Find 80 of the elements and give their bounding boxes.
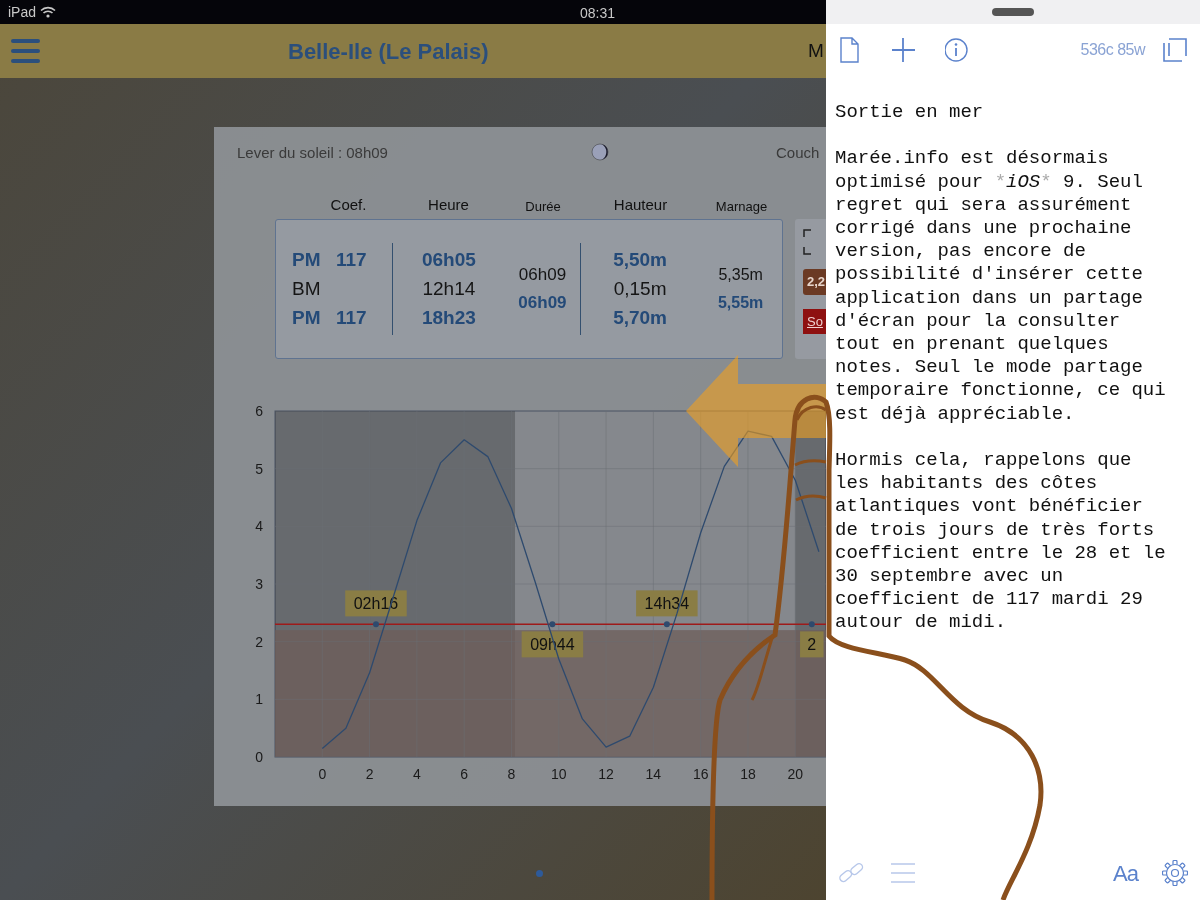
- x-tick-label: 4: [413, 766, 421, 782]
- font-button[interactable]: Aa: [1113, 856, 1138, 890]
- drag-handle[interactable]: [992, 8, 1034, 16]
- x-tick-label: 6: [460, 766, 469, 782]
- y-tick-label: 1: [255, 691, 263, 708]
- info-button[interactable]: [945, 37, 968, 63]
- corners-icon: [803, 229, 813, 255]
- y-tick-label: 4: [255, 518, 263, 535]
- y-tick-label: 5: [255, 460, 263, 477]
- page-indicator: [536, 870, 543, 877]
- crossing-point: [808, 621, 815, 628]
- annotation: 14h34: [644, 595, 690, 613]
- tide-range: 5,35m: [718, 265, 763, 285]
- menu-icon: [11, 38, 40, 64]
- crossing-point: [373, 621, 379, 628]
- tide-height: 5,70m: [613, 305, 667, 330]
- y-tick-label: 3: [255, 576, 263, 592]
- tide-type: PM: [292, 305, 322, 330]
- settings-button[interactable]: [1162, 860, 1188, 886]
- device-name: iPad: [8, 2, 37, 22]
- expand-button[interactable]: [1163, 38, 1187, 62]
- tide-coefficient: 117: [336, 305, 367, 330]
- column-header: Heure: [428, 194, 469, 215]
- x-tick-label: 18: [740, 766, 756, 782]
- character-word-count: 536c 85w: [1080, 40, 1145, 60]
- x-tick-label: 16: [692, 766, 709, 782]
- x-tick-label: 12: [598, 766, 614, 782]
- x-tick-label: 14: [645, 766, 662, 782]
- x-tick-label: 0: [318, 766, 327, 782]
- info-icon: [945, 37, 968, 63]
- tide-time: 06h05: [421, 247, 476, 272]
- tide-time: 12h14: [422, 276, 476, 301]
- column-header: Marnage: [715, 197, 768, 216]
- y-tick-label: 2: [255, 633, 263, 650]
- tide-coefficient: 117: [336, 247, 367, 272]
- x-tick-label: 20: [787, 766, 804, 782]
- tide-duration: 06h09: [518, 292, 567, 315]
- add-button[interactable]: [892, 37, 915, 63]
- tide-type: BM: [292, 276, 322, 301]
- x-tick-label: 2: [365, 766, 374, 782]
- note-paragraph: Marée.info est désormais optimisé pour *iOS* 9. Seul regret qui sera assurément corrigé dans une prochaine version, pas encore de possibilité d'insérer cette application dans un partage d'écran pour la consulter tout en prenant quelques notes. Seul le mode partage temporaire fonctionne, ce qui est déjà appréciable.: [835, 147, 1167, 426]
- crossing-point: [663, 621, 670, 628]
- tide-type: PM: [292, 247, 322, 272]
- sunset-text: Couch: [776, 142, 820, 163]
- status-time: 08:31: [580, 4, 616, 23]
- fullscreen-button[interactable]: [803, 229, 813, 255]
- column-header: Hauteur: [613, 194, 668, 215]
- column-header: Coef.: [330, 194, 367, 215]
- annotation: 02h16: [353, 595, 399, 613]
- moon-icon: [591, 143, 609, 161]
- new-document-button[interactable]: [839, 37, 862, 63]
- settings-icon: [1162, 860, 1188, 886]
- plus-icon: [892, 37, 915, 63]
- document-icon: [839, 37, 862, 63]
- time-label: 02h16: [345, 590, 407, 617]
- column-header: Durée: [525, 197, 561, 216]
- crossing-point: [549, 621, 556, 628]
- tide-time: 18h23: [421, 305, 476, 330]
- y-tick-label: 0: [255, 749, 263, 765]
- tide-height: 5,50m: [613, 247, 667, 272]
- tide-duration: 06h09: [518, 264, 567, 287]
- time-label: 2: [800, 631, 824, 658]
- x-tick-label: 10: [551, 766, 567, 782]
- wifi-icon: [40, 6, 57, 18]
- note-paragraph: Hormis cela, rappelons que les habitants des côtes atlantiques vont bénéficier de trois jours de très forts coefficient entre le 28 et le 30 septembre avec un coefficient de 117 mardi 29 autour de midi.: [835, 449, 1167, 635]
- tide-range: 5,55m: [717, 293, 764, 313]
- time-label: 14h34: [636, 590, 698, 617]
- x-tick-label: 8: [507, 766, 516, 782]
- menu-button[interactable]: [11, 38, 40, 64]
- source-button[interactable]: So: [803, 308, 826, 334]
- expand-icon: [1163, 38, 1187, 62]
- annotation: 2: [807, 636, 817, 654]
- y-tick-label: 6: [255, 403, 263, 419]
- note-paragraph: Sortie en mer: [835, 101, 985, 125]
- list-icon: [891, 862, 915, 884]
- location-title: Belle-Ile (Le Palais): [288, 37, 489, 66]
- value-badge: 2,2: [803, 269, 826, 295]
- header-text: M: [808, 38, 824, 63]
- sunrise-text: Lever du soleil : 08h09: [237, 142, 388, 163]
- tide-height: 0,15m: [613, 276, 667, 301]
